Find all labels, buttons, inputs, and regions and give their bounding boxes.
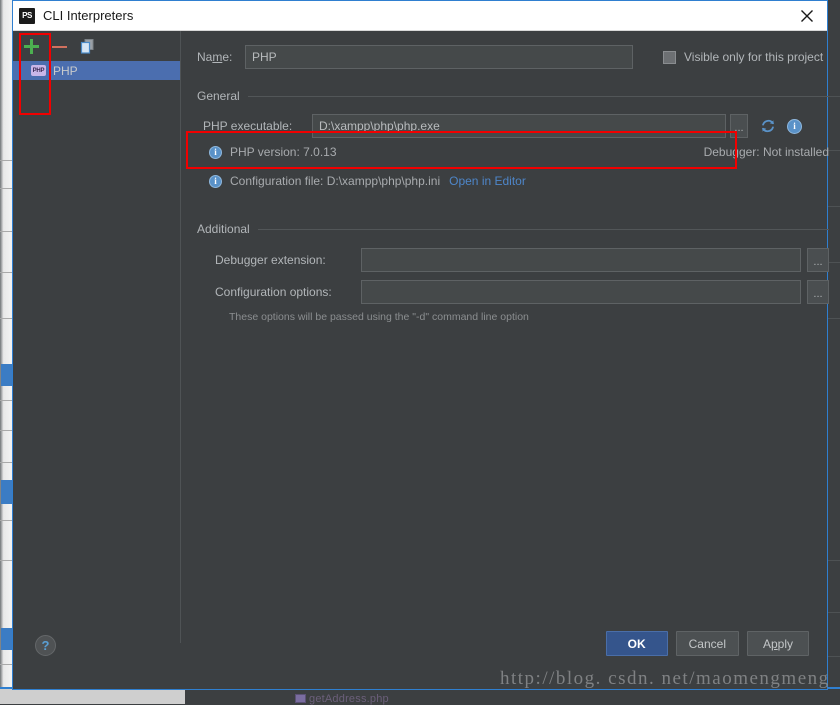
- configuration-options-hint: These options will be passed using the "…: [229, 311, 529, 323]
- dialog-footer: ? OK Cancel Ap ply: [13, 613, 827, 689]
- background-divider: [828, 656, 840, 657]
- debugger-extension-label: Debugger extension:: [215, 253, 326, 267]
- php-executable-input[interactable]: D:\xampp\php\php.exe: [312, 114, 726, 138]
- debugger-status-text: Debugger: Not installed: [703, 145, 829, 159]
- configuration-file-text: Configuration file: D:\xampp\php\php.ini: [230, 174, 441, 188]
- name-input[interactable]: PHP: [245, 45, 633, 69]
- background-tab-strip: [0, 689, 185, 704]
- configuration-options-input[interactable]: [361, 280, 801, 304]
- interpreter-list[interactable]: PHP PHP: [13, 61, 180, 80]
- help-button[interactable]: ?: [35, 635, 56, 656]
- general-section-header: General: [197, 89, 829, 103]
- remove-interpreter-button[interactable]: [51, 38, 68, 55]
- phpstorm-icon: PS: [19, 7, 35, 24]
- dialog-titlebar: PS CLI Interpreters: [13, 1, 827, 31]
- section-divider: [247, 95, 829, 97]
- name-row: Name: PHP Visible only for this project: [197, 45, 829, 69]
- info-icon: i: [209, 174, 222, 188]
- php-executable-browse-button[interactable]: ...: [730, 114, 748, 138]
- background-editor-tab-label: getAddress.php: [295, 693, 389, 705]
- php-executable-row: PHP executable: D:\xampp\php\php.exe ...…: [197, 114, 829, 138]
- dialog-button-row: OK Cancel Ap ply: [605, 631, 809, 656]
- dialog-title: CLI Interpreters: [43, 8, 134, 23]
- open-in-editor-link[interactable]: Open in Editor: [449, 174, 526, 188]
- close-icon[interactable]: [795, 4, 819, 28]
- interpreter-settings-panel: Name: PHP Visible only for this project …: [181, 31, 840, 613]
- configuration-options-label: Configuration options:: [215, 285, 332, 299]
- info-icon: i: [209, 145, 222, 159]
- php-version-text: PHP version: 7.0.13: [230, 145, 337, 159]
- additional-section-title: Additional: [197, 222, 250, 236]
- debugger-extension-row: Debugger extension: ...: [197, 248, 829, 272]
- copy-interpreter-button[interactable]: [79, 38, 96, 55]
- visible-only-checkbox[interactable]: [663, 50, 676, 64]
- apply-button[interactable]: Ap ply: [747, 631, 809, 656]
- configuration-file-row: i Configuration file: D:\xampp\php\php.i…: [197, 174, 829, 188]
- ok-button[interactable]: OK: [605, 631, 668, 656]
- refresh-icon[interactable]: [760, 118, 776, 134]
- cancel-button[interactable]: Cancel: [675, 631, 739, 656]
- name-label: Name:: [197, 50, 233, 64]
- php-icon: PHP: [31, 65, 46, 76]
- configuration-options-browse-button[interactable]: ...: [807, 280, 829, 304]
- visible-only-row[interactable]: Visible only for this project: [663, 50, 823, 64]
- debugger-extension-browse-button[interactable]: ...: [807, 248, 829, 272]
- php-executable-label: PHP executable:: [203, 119, 293, 133]
- visible-only-label: Visible only for this project: [684, 50, 824, 64]
- section-divider: [257, 228, 829, 230]
- dialog-body: PHP PHP Name: PHP Visible only for this …: [13, 31, 829, 643]
- list-item[interactable]: PHP PHP: [13, 61, 180, 80]
- general-section-title: General: [197, 89, 240, 103]
- additional-section-header: Additional: [197, 222, 829, 236]
- php-version-row: i PHP version: 7.0.13 Debugger: Not inst…: [197, 145, 829, 159]
- info-icon[interactable]: i: [787, 118, 802, 134]
- interpreter-list-panel: PHP PHP: [13, 31, 181, 643]
- cli-interpreters-dialog: PS CLI Interpreters PHP PHP Name: PHP Vi…: [12, 0, 829, 690]
- list-item-label: PHP: [53, 63, 78, 78]
- debugger-extension-input[interactable]: [361, 248, 801, 272]
- php-file-icon: [295, 694, 306, 703]
- interpreter-list-toolbar: [13, 31, 180, 61]
- add-interpreter-button[interactable]: [23, 38, 40, 55]
- configuration-options-row: Configuration options: ...: [197, 280, 829, 304]
